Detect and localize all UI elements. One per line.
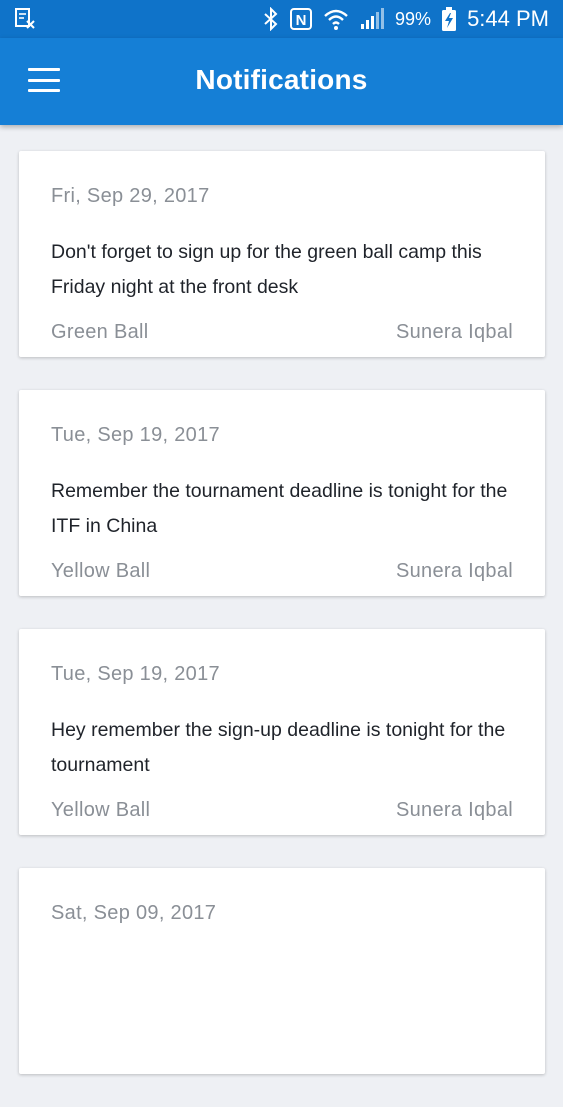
notification-card[interactable]: Tue, Sep 19, 2017 Remember the tournamen…	[19, 390, 545, 596]
clock: 5:44 PM	[467, 6, 549, 31]
status-bar: N 99% 5:44 PM	[0, 0, 563, 38]
notification-group: Yellow Ball	[51, 560, 151, 582]
notification-list[interactable]: Fri, Sep 29, 2017 Don't forget to sign u…	[19, 151, 545, 1107]
notification-card[interactable]: Tue, Sep 19, 2017 Hey remember the sign-…	[19, 629, 545, 835]
bluetooth-icon	[263, 7, 279, 31]
signal-icon	[359, 7, 385, 31]
notification-message: Hey remember the sign-up deadline is ton…	[51, 719, 506, 776]
notification-message: Remember the tournament deadline is toni…	[51, 480, 508, 537]
notification-group: Green Ball	[51, 321, 149, 343]
nfc-icon: N	[289, 7, 313, 31]
notification-date: Tue, Sep 19, 2017	[51, 424, 220, 446]
notification-card[interactable]: Fri, Sep 29, 2017 Don't forget to sign u…	[19, 151, 545, 357]
notification-footer: Yellow Ball Sunera Iqbal	[51, 560, 513, 583]
notification-footer: Green Ball Sunera Iqbal	[51, 321, 513, 344]
notification-author: Sunera Iqbal	[395, 321, 513, 343]
notification-message: Don't forget to sign up for the green ba…	[51, 241, 482, 298]
notification-group: Yellow Ball	[51, 799, 151, 821]
svg-text:N: N	[296, 12, 307, 29]
screenshot-notification-icon	[14, 8, 36, 30]
page-title: Notifications	[195, 64, 368, 95]
notification-date: Fri, Sep 29, 2017	[51, 185, 210, 207]
notification-author: Sunera Iqbal	[395, 560, 513, 582]
battery-percent: 99%	[395, 8, 432, 29]
battery-charging-icon	[441, 6, 457, 32]
app-bar: Notifications	[0, 38, 563, 125]
wifi-icon	[323, 7, 349, 31]
notification-date: Sat, Sep 09, 2017	[51, 902, 217, 924]
notification-author: Sunera Iqbal	[395, 799, 513, 821]
notification-footer: Yellow Ball Sunera Iqbal	[51, 799, 513, 822]
notification-date: Tue, Sep 19, 2017	[51, 663, 220, 685]
notification-card[interactable]: Sat, Sep 09, 2017	[19, 868, 545, 1074]
